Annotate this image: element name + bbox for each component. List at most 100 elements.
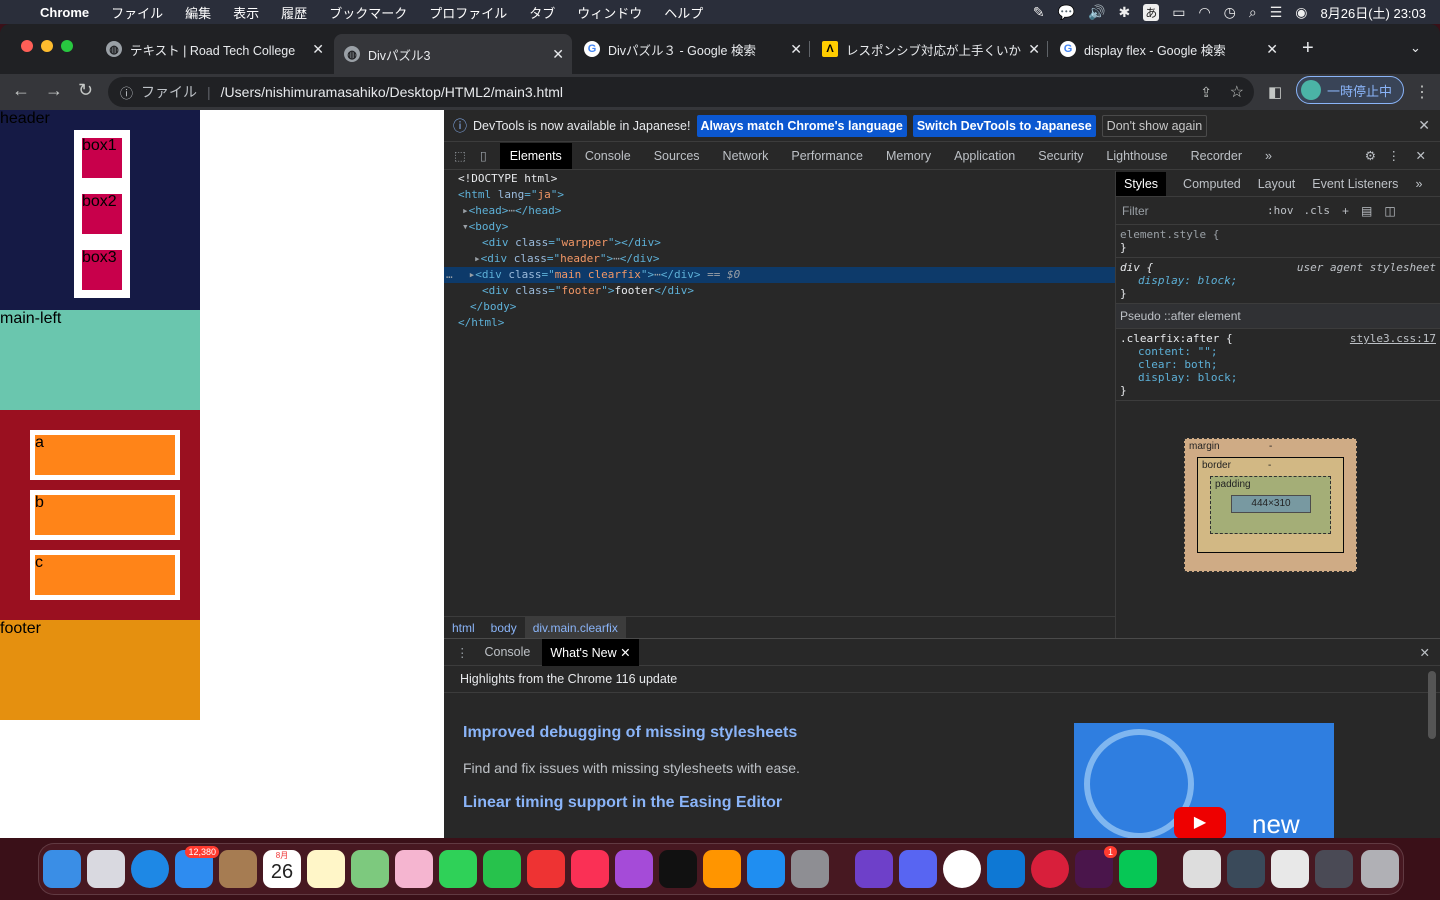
tab-close-icon[interactable]: ✕ [1266,41,1278,58]
finder-icon[interactable] [43,850,81,888]
input-method-icon[interactable]: あ [1143,3,1160,21]
discord-icon[interactable] [899,850,937,888]
match-language-button[interactable]: Always match Chrome's language [696,114,907,137]
music-icon[interactable] [571,850,609,888]
tab-close-icon[interactable]: ✕ [552,46,564,63]
close-window-button[interactable] [21,40,33,52]
minimize-window-button[interactable] [41,40,53,52]
spotlight-search-icon[interactable]: ⌕ [1249,4,1257,21]
siri-icon[interactable]: ◉ [1295,4,1307,21]
devtools-menu-icon[interactable]: ⋮ [1388,148,1401,163]
new-rule-icon[interactable]: + [1342,204,1349,218]
tab-application[interactable]: Application [954,149,1015,163]
control-center-icon[interactable]: ☰ [1270,4,1283,21]
feature-link-easing[interactable]: Linear timing support in the Easing Edit… [463,794,1023,812]
sidebar-toggle-icon[interactable]: ◫ [1384,204,1395,218]
drawer-tab-whats-new[interactable]: What's New ✕ [542,638,639,666]
bluetooth-icon[interactable]: ✱ [1118,4,1130,21]
selector[interactable]: .clearfix:after { [1120,332,1233,345]
youtube-play-icon[interactable]: ▶ [1174,807,1226,838]
menu-bookmarks[interactable]: ブックマーク [329,3,407,22]
tab-responsive[interactable]: Λ レスポンシブ対応が上手くいかない ✕ [812,34,1048,64]
mic-off-icon[interactable]: ✎ [1033,4,1045,21]
volume-icon[interactable]: 🔊 [1088,4,1105,21]
more-tabs-icon[interactable]: » [1415,177,1422,191]
dont-show-again-button[interactable]: Don't show again [1101,114,1208,137]
tab-network[interactable]: Network [723,149,769,163]
messages-icon[interactable] [439,850,477,888]
dom-node-main-selected[interactable]: … ▸<div class="main clearfix">⋯</div> == … [444,267,1115,283]
tab-google-flex[interactable]: G display flex - Google 検索 ✕ [1050,34,1286,64]
inspect-element-icon[interactable]: ⬚ [454,148,466,163]
tab-elements[interactable]: Elements [499,142,572,169]
wifi-icon[interactable]: ◠ [1198,4,1210,21]
source-link[interactable]: style3.css:17 [1350,332,1436,345]
crumb-html[interactable]: html [444,617,483,639]
dom-node-doctype[interactable]: <!DOCTYPE html> [444,171,1115,187]
trash-icon[interactable] [1361,850,1399,888]
tab-console[interactable]: Console [585,149,631,163]
vscode-icon[interactable] [987,850,1025,888]
menu-view[interactable]: 表示 [233,3,259,22]
expand-triangle-icon[interactable]: ▸ [444,204,469,217]
menu-tab[interactable]: タブ [529,3,555,22]
dom-node-html-close[interactable]: </html> [444,315,1115,331]
launchpad-icon[interactable] [87,850,125,888]
tab-styles[interactable]: Styles [1116,171,1167,196]
tab-memory[interactable]: Memory [886,149,931,163]
tab-security[interactable]: Security [1038,149,1083,163]
downloads-stack-icon[interactable] [1271,850,1309,888]
back-icon[interactable]: ← [12,80,30,101]
new-tab-icon[interactable]: + [1302,38,1314,58]
hov-toggle[interactable]: :hov [1267,204,1294,217]
box-model-content[interactable]: 444×310 [1231,495,1311,513]
mail-icon[interactable]: 12,380 [175,846,219,888]
github-desktop-icon[interactable] [855,850,893,888]
menu-app-name[interactable]: Chrome [40,5,89,20]
settings-gear-icon[interactable]: ⚙ [1365,148,1376,163]
photo-booth-icon[interactable] [527,850,565,888]
box-model-padding[interactable]: padding 444×310 [1210,476,1331,534]
crumb-div-main[interactable]: div.main.clearfix [524,616,626,639]
tab-close-icon[interactable]: ✕ [1028,41,1040,58]
tab-div-puzzle[interactable]: ◍ Divパズル3 ✕ [334,34,572,74]
expand-triangle-icon[interactable]: ▸ [453,268,476,281]
zoom-window-button[interactable] [61,40,73,52]
close-infobar-icon[interactable]: ✕ [1418,117,1430,134]
more-tabs-icon[interactable]: » [1265,149,1272,163]
dom-node-body[interactable]: ▾<body> [444,219,1115,235]
chrome-icon[interactable] [943,850,981,888]
video-thumbnail[interactable]: ▶ new [1074,723,1334,838]
selector[interactable]: element.style { [1120,228,1436,241]
tab-layout[interactable]: Layout [1258,177,1296,191]
device-toolbar-icon[interactable]: ▯ [480,148,487,163]
expand-triangle-icon[interactable]: ▸ [444,252,481,265]
menu-help[interactable]: ヘルプ [664,3,703,22]
cls-toggle[interactable]: .cls [1304,204,1331,217]
davinci-icon[interactable] [1031,850,1069,888]
menu-history[interactable]: 履歴 [281,3,307,22]
profile-button[interactable]: 一時停止中 [1296,76,1404,104]
switch-japanese-button[interactable]: Switch DevTools to Japanese [912,114,1096,137]
close-devtools-icon[interactable]: ✕ [1416,148,1426,163]
tab-search-chevron-icon[interactable]: ⌄ [1410,40,1421,56]
facetime-icon[interactable] [483,850,521,888]
slack-icon[interactable]: 1 [1075,846,1117,888]
close-tab-icon[interactable]: ✕ [620,646,630,660]
line-app-icon[interactable] [1119,850,1157,888]
url-text[interactable]: /Users/nishimuramasahiko/Desktop/HTML2/m… [221,84,563,100]
dom-node-warpper[interactable]: <div class="warpper"></div> [444,235,1115,251]
apple-tv-icon[interactable] [659,850,697,888]
feature-link-stylesheets[interactable]: Improved debugging of missing stylesheet… [463,724,1023,742]
share-icon[interactable]: ⇪ [1200,84,1212,101]
tab-lighthouse[interactable]: Lighthouse [1106,149,1167,163]
paint-icon[interactable]: ▤ [1361,204,1372,218]
declaration[interactable]: display: block; [1120,274,1436,287]
recent-folder-icon[interactable] [1315,850,1353,888]
line-icon[interactable]: 💬 [1058,4,1075,21]
dom-node-body-close[interactable]: </body> [444,299,1115,315]
box-model-margin[interactable]: margin - border - padding 444×310 [1184,438,1357,572]
collapse-triangle-icon[interactable]: ▾ [444,220,469,233]
more-menu-icon[interactable]: ⋮ [1414,82,1430,102]
forward-icon[interactable]: → [45,80,63,101]
